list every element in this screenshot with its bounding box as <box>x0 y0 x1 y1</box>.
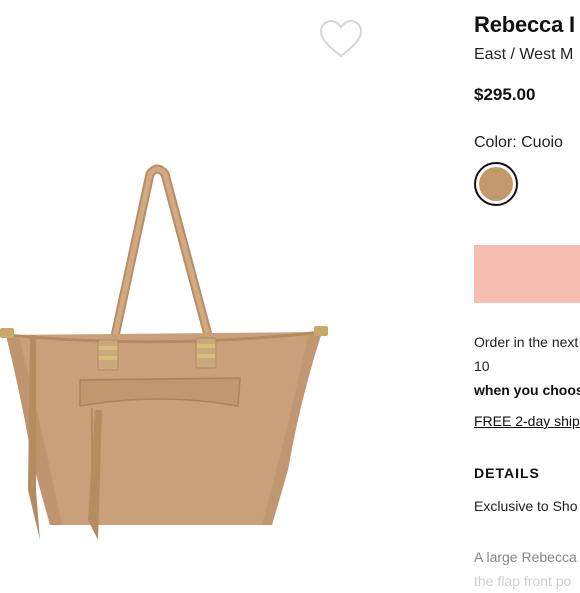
product-title: Rebecca I <box>474 12 575 37</box>
product-image <box>0 164 328 540</box>
order-cutoff-message: Order in the next 10 when you choos <box>474 330 580 402</box>
details-text: Exclusive to Sho <box>474 498 578 514</box>
description-line-2: the flap front po <box>474 573 572 589</box>
product-subtitle: East / West M <box>474 46 574 63</box>
details-heading: DETAILS <box>474 465 540 481</box>
product-price: $295.00 <box>474 85 536 104</box>
description-line-1: A large Rebecca <box>474 549 577 565</box>
free-shipping-link[interactable]: FREE 2-day ship <box>474 413 580 429</box>
heart-icon[interactable] <box>318 18 364 60</box>
color-swatch-cuoio[interactable] <box>474 162 518 206</box>
product-description: A large Rebecca the flap front po <box>474 545 577 593</box>
order-line-1: Order in the next <box>474 334 579 350</box>
color-label: Color: Cuoio <box>474 134 563 151</box>
product-image-area <box>0 0 460 580</box>
order-line-3: when you choos <box>474 382 580 398</box>
order-line-2: 10 <box>474 358 490 374</box>
product-info-panel: Rebecca I East / West M $295.00 Color: C… <box>474 0 580 589</box>
swatch-fill <box>479 167 513 201</box>
add-to-bag-button[interactable] <box>474 245 580 303</box>
